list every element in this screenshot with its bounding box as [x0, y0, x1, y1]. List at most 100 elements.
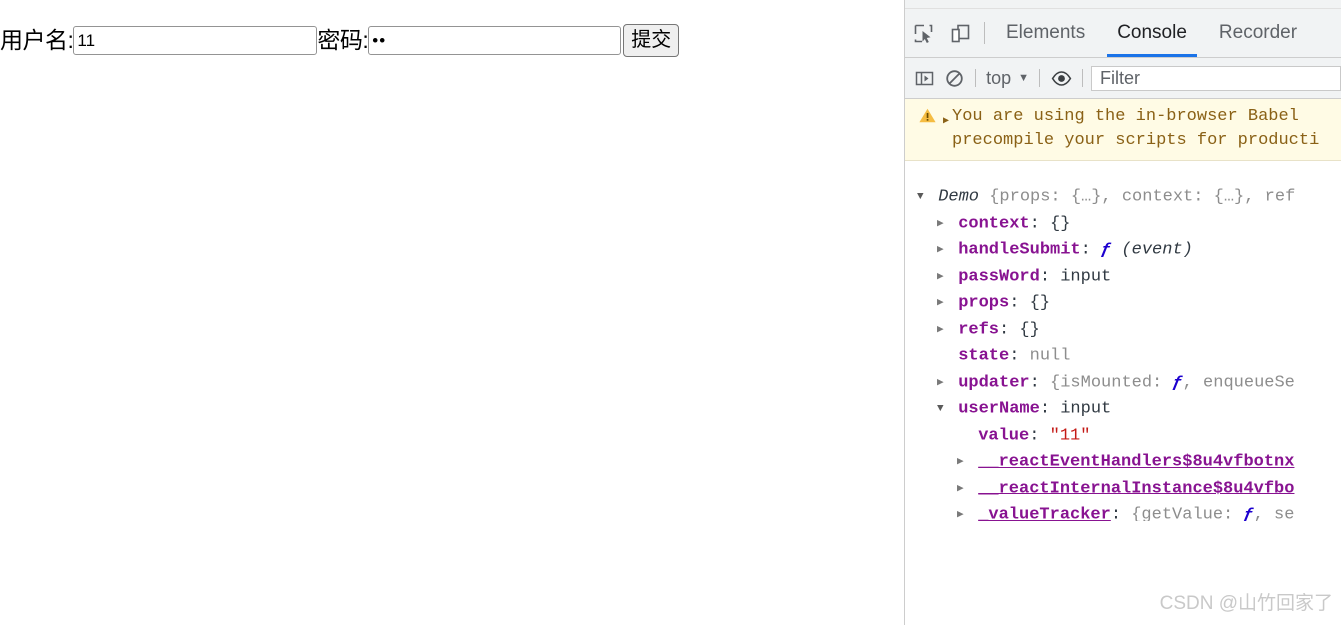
- disclosure-triangle-closed-icon[interactable]: ▶: [937, 290, 948, 317]
- console-token: ƒ: [1243, 505, 1254, 522]
- warning-text: You are using the in-browser Babel preco…: [952, 107, 1320, 150]
- warning-triangle-icon: [919, 108, 936, 132]
- devtools-top-strip: [905, 0, 1341, 9]
- tab-recorder[interactable]: Recorder: [1203, 9, 1313, 57]
- console-token: {}: [1029, 293, 1051, 313]
- disclosure-triangle-open-icon[interactable]: ▼: [917, 184, 928, 211]
- console-warning-message[interactable]: ▶ You are using the in-browser Babel pre…: [905, 99, 1341, 161]
- console-token: :: [1029, 373, 1051, 392]
- console-token: updater: [958, 373, 1030, 392]
- toolbar-divider: [984, 22, 985, 44]
- console-token: null: [1029, 346, 1071, 366]
- console-token: {}: [1050, 214, 1071, 233]
- console-token: ƒ: [1101, 240, 1112, 260]
- web-page-pane: 用户名: 密码: 提交: [0, 0, 904, 625]
- console-token: :: [1029, 426, 1050, 445]
- username-label: 用户名:: [0, 27, 74, 53]
- console-token: :: [1080, 240, 1102, 260]
- filterbar-divider-3: [1082, 69, 1084, 87]
- console-output: ▼ Demo {props: {…}, context: {…}, ref ▶ c…: [905, 161, 1341, 522]
- console-token: value: [978, 426, 1030, 445]
- console-tree-row[interactable]: ▶ state: null: [905, 343, 1341, 370]
- console-token: :: [1039, 267, 1061, 286]
- console-token: refs: [958, 320, 1000, 339]
- console-token: :: [1029, 214, 1051, 233]
- console-token: :: [999, 320, 1020, 339]
- disclosure-triangle-closed-icon[interactable]: ▶: [937, 370, 948, 397]
- console-tree-row[interactable]: ▶ value: "11": [905, 423, 1341, 450]
- disclosure-triangle-closed-icon[interactable]: ▶: [937, 211, 948, 238]
- tab-elements[interactable]: Elements: [990, 9, 1101, 57]
- disclosure-triangle-closed-icon[interactable]: ▶: [957, 502, 968, 521]
- inspect-element-icon[interactable]: [905, 9, 942, 57]
- console-token: state: [958, 346, 1010, 366]
- disclosure-spacer: ▶: [937, 343, 948, 370]
- password-label: 密码:: [317, 27, 369, 53]
- disclosure-triangle-closed-icon[interactable]: ▶: [957, 449, 968, 476]
- console-filter-bar: top ▼: [905, 58, 1341, 99]
- console-tree-row[interactable]: ▶ context: {}: [905, 211, 1341, 238]
- password-input[interactable]: [368, 26, 622, 55]
- console-tree-row[interactable]: ▼ userName: input: [905, 396, 1341, 423]
- submit-button[interactable]: 提交: [623, 24, 680, 57]
- filterbar-divider-2: [1038, 69, 1040, 87]
- disclosure-triangle-closed-icon[interactable]: ▶: [957, 476, 968, 503]
- console-token: :: [1009, 293, 1030, 313]
- console-token: __reactEventHandlers$8u4vfbotnx: [978, 452, 1295, 472]
- console-token: props: [958, 293, 1010, 313]
- watermark: CSDN @山竹回家了: [1159, 593, 1333, 614]
- console-tree-row[interactable]: ▼ Demo {props: {…}, context: {…}, ref: [905, 184, 1341, 211]
- warning-expander-icon[interactable]: ▶: [943, 110, 949, 134]
- console-tree-row[interactable]: ▶ updater: {isMounted: ƒ, enqueueSe: [905, 370, 1341, 397]
- disclosure-spacer: ▶: [957, 423, 968, 450]
- execution-context-value: top: [986, 67, 1012, 88]
- console-tree-row[interactable]: ▶ refs: {}: [905, 317, 1341, 344]
- console-tree-row[interactable]: ▶ passWord: input: [905, 264, 1341, 291]
- console-token: passWord: [958, 267, 1040, 286]
- console-token: userName: [958, 399, 1040, 419]
- console-tree-row[interactable]: ▶ _valueTracker: {getValue: ƒ, se: [905, 502, 1341, 522]
- console-token: :: [1039, 399, 1061, 419]
- console-tree-row[interactable]: ▶ __reactInternalInstance$8u4vfbo: [905, 476, 1341, 503]
- console-token: (event): [1111, 240, 1193, 260]
- disclosure-triangle-closed-icon[interactable]: ▶: [937, 317, 948, 344]
- console-token: [979, 188, 989, 207]
- console-token: Demo: [938, 187, 980, 207]
- console-token: {isMounted:: [1050, 373, 1173, 392]
- live-expression-eye-icon[interactable]: [1046, 69, 1076, 88]
- filterbar-divider-1: [975, 69, 977, 87]
- device-toolbar-icon[interactable]: [942, 9, 979, 57]
- console-token: ƒ: [1172, 373, 1183, 392]
- console-token: :: [1110, 505, 1132, 522]
- filter-input[interactable]: [1091, 65, 1341, 91]
- console-token: input: [1060, 399, 1112, 419]
- tab-console[interactable]: Console: [1101, 9, 1203, 57]
- console-token: , se: [1253, 505, 1295, 522]
- console-token: _valueTracker: [978, 505, 1111, 522]
- console-sidebar-icon[interactable]: [909, 69, 939, 88]
- disclosure-triangle-closed-icon[interactable]: ▶: [937, 264, 948, 291]
- chevron-down-icon: ▼: [1018, 71, 1029, 84]
- console-token: handleSubmit: [958, 240, 1081, 260]
- devtools-tab-bar: Elements Console Recorder: [905, 9, 1341, 58]
- console-token: "11": [1049, 426, 1091, 445]
- username-input[interactable]: [73, 26, 318, 55]
- devtools-panel: Elements Console Recorder top ▼ Filter ▶…: [904, 0, 1341, 625]
- console-token: input: [1060, 267, 1112, 286]
- console-token: :: [1009, 346, 1030, 366]
- console-tree-row[interactable]: ▶ handleSubmit: ƒ (event): [905, 237, 1341, 264]
- console-token: {getValue:: [1131, 505, 1244, 522]
- clear-console-icon[interactable]: [939, 69, 969, 88]
- console-token: context: [958, 214, 1030, 233]
- execution-context-selector[interactable]: top ▼: [982, 68, 1033, 89]
- console-token: , enqueueSe: [1182, 373, 1295, 392]
- disclosure-triangle-open-icon[interactable]: ▼: [937, 396, 948, 423]
- console-token: {}: [1019, 320, 1040, 339]
- disclosure-triangle-closed-icon[interactable]: ▶: [937, 237, 948, 264]
- console-token: {props: {…}, context: {…}, ref: [989, 187, 1296, 207]
- console-tree-row[interactable]: ▶ __reactEventHandlers$8u4vfbotnx: [905, 449, 1341, 476]
- console-token: __reactInternalInstance$8u4vfbo: [978, 479, 1295, 498]
- console-tree-row[interactable]: ▶ props: {}: [905, 290, 1341, 317]
- app-root: 用户名: 密码: 提交 Elements: [0, 0, 1341, 625]
- login-form: 用户名: 密码: 提交: [0, 24, 680, 57]
